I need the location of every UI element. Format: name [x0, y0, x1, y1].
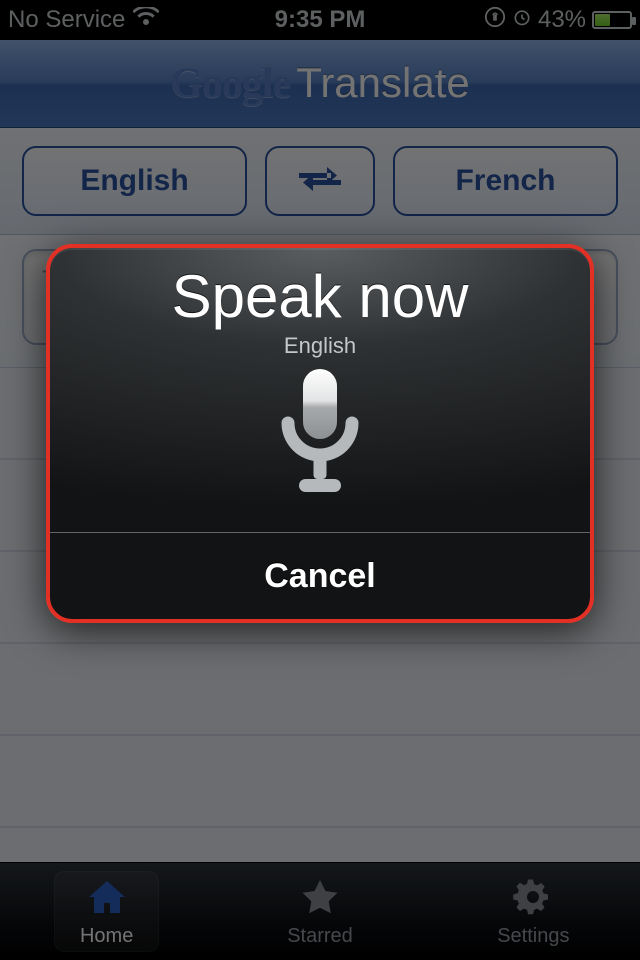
modal-subtitle: English: [50, 333, 590, 359]
speak-now-modal: Speak now English Cancel: [46, 244, 594, 623]
modal-microphone: [50, 365, 590, 508]
microphone-icon: [271, 365, 369, 508]
cancel-button[interactable]: Cancel: [50, 533, 590, 619]
modal-title: Speak now: [50, 262, 590, 331]
